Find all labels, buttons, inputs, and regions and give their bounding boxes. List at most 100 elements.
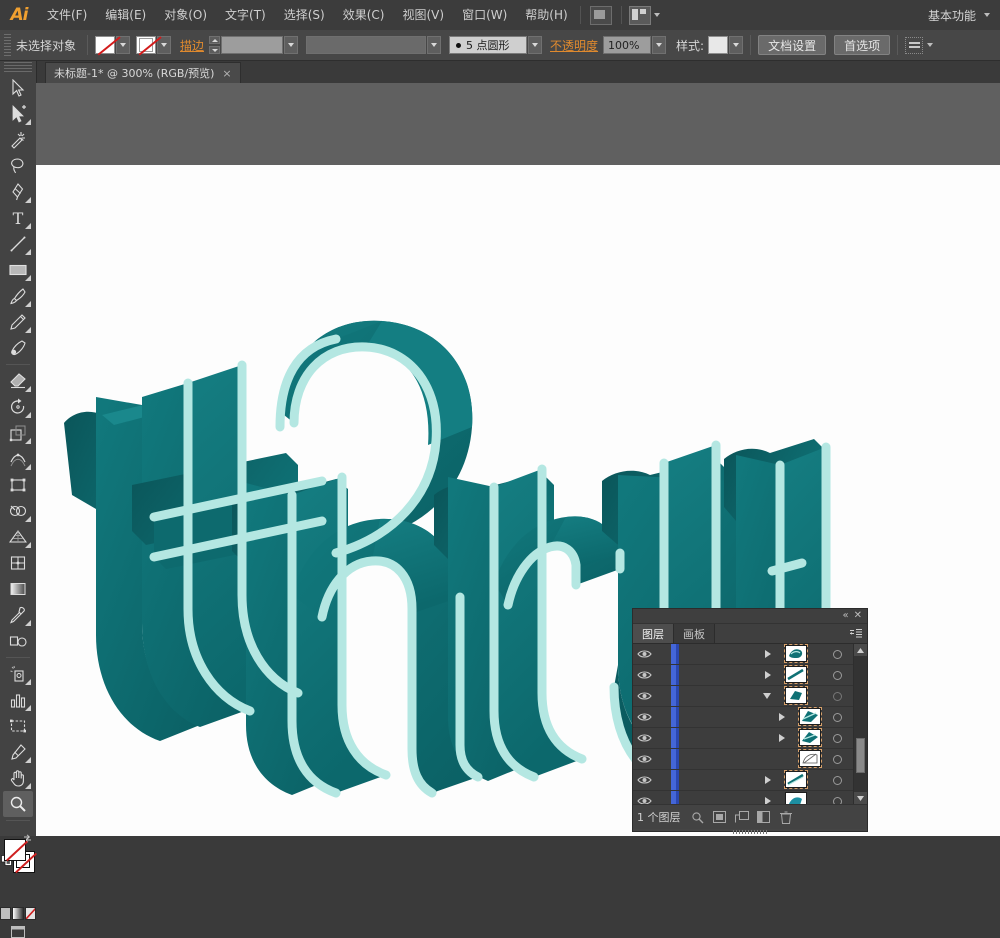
opacity-label[interactable]: 不透明度 (550, 37, 598, 54)
target-indicator[interactable] (823, 649, 851, 659)
disclosure-triangle-icon[interactable] (763, 693, 771, 699)
tools-panel-grip[interactable] (4, 62, 32, 73)
layer-rows[interactable] (633, 644, 867, 804)
stroke-weight-dropdown[interactable] (284, 36, 299, 54)
opacity-control[interactable]: 100% (603, 36, 667, 54)
close-icon[interactable]: × (222, 67, 231, 80)
brush-definition-control[interactable]: 5 点圆形 (449, 36, 543, 54)
width-tool[interactable] (3, 446, 33, 472)
control-bar-grip[interactable] (4, 34, 11, 56)
visibility-toggle-icon[interactable] (633, 691, 655, 701)
scroll-down-icon[interactable] (854, 792, 867, 804)
stroke-weight-control[interactable] (221, 36, 299, 54)
stepper-up-icon[interactable] (209, 36, 221, 44)
direct-selection-tool[interactable] (3, 101, 33, 127)
visibility-toggle-icon[interactable] (633, 775, 655, 785)
scale-tool[interactable] (3, 420, 33, 446)
table-row[interactable] (633, 686, 867, 707)
rectangle-tool[interactable] (3, 257, 33, 283)
stroke-swatch[interactable] (136, 36, 156, 54)
graphic-style-swatch[interactable] (708, 36, 729, 54)
menu-file[interactable]: 文件(F) (38, 0, 96, 30)
zoom-tool[interactable] (3, 791, 33, 817)
layer-name-cell[interactable] (679, 728, 823, 748)
pen-tool[interactable] (3, 179, 33, 205)
target-indicator[interactable] (823, 712, 851, 722)
layer-name-cell[interactable] (679, 770, 823, 790)
scroll-up-icon[interactable] (854, 644, 867, 656)
stepper-down-icon[interactable] (209, 46, 221, 54)
table-row[interactable] (633, 749, 867, 770)
hand-tool[interactable] (3, 765, 33, 791)
gradient-button[interactable] (12, 907, 24, 920)
table-row[interactable] (633, 665, 867, 686)
line-segment-tool[interactable] (3, 231, 33, 257)
locate-object-button[interactable] (687, 807, 709, 827)
slice-tool[interactable] (3, 739, 33, 765)
delete-selection-button[interactable] (775, 807, 797, 827)
paintbrush-tool[interactable] (3, 283, 33, 309)
layer-name-cell[interactable] (679, 707, 823, 727)
target-indicator[interactable] (823, 691, 851, 701)
free-transform-tool[interactable] (3, 472, 33, 498)
brush-definition-dropdown[interactable] (528, 36, 543, 54)
disclosure-triangle-icon[interactable] (765, 671, 771, 679)
create-new-sublayer-button[interactable] (731, 807, 753, 827)
align-icon[interactable] (905, 36, 924, 54)
type-tool[interactable]: T (3, 205, 33, 231)
layer-name-cell[interactable] (679, 665, 823, 685)
disclosure-triangle-icon[interactable] (765, 650, 771, 658)
eraser-tool[interactable] (3, 368, 33, 394)
scrollbar-thumb[interactable] (856, 737, 865, 773)
table-row[interactable] (633, 791, 867, 804)
rotate-tool[interactable] (3, 394, 33, 420)
tab-artboards[interactable]: 画板 (674, 624, 715, 643)
visibility-toggle-icon[interactable] (633, 796, 655, 804)
visibility-toggle-icon[interactable] (633, 754, 655, 764)
stroke-weight-label[interactable]: 描边 (180, 37, 204, 54)
menu-type[interactable]: 文字(T) (216, 0, 275, 30)
layer-name-cell[interactable] (679, 644, 823, 664)
create-new-layer-button[interactable] (753, 807, 775, 827)
tab-layers[interactable]: 图层 (633, 624, 674, 643)
bridge-icon[interactable] (589, 5, 612, 25)
stroke-weight-stepper[interactable] (209, 36, 221, 54)
perspective-grid-tool[interactable] (3, 524, 33, 550)
target-indicator[interactable] (823, 670, 851, 680)
disclosure-triangle-icon[interactable] (779, 734, 785, 742)
menu-view[interactable]: 视图(V) (393, 0, 453, 30)
lasso-tool[interactable] (3, 153, 33, 179)
blend-tool[interactable] (3, 628, 33, 654)
collapse-panel-icon[interactable]: « (842, 611, 848, 621)
opacity-dropdown[interactable] (652, 36, 667, 54)
target-indicator[interactable] (823, 754, 851, 764)
visibility-toggle-icon[interactable] (633, 733, 655, 743)
target-indicator[interactable] (823, 796, 851, 804)
fill-swatch[interactable] (95, 36, 115, 54)
menu-window[interactable]: 窗口(W) (453, 0, 516, 30)
fill-color-box[interactable] (4, 839, 26, 861)
align-control[interactable] (905, 36, 934, 54)
table-row[interactable] (633, 770, 867, 791)
panel-menu-icon[interactable] (850, 628, 862, 638)
target-indicator[interactable] (823, 775, 851, 785)
column-graph-tool[interactable] (3, 687, 33, 713)
table-row[interactable] (633, 644, 867, 665)
make-clipping-mask-button[interactable] (709, 807, 731, 827)
variable-width-dropdown[interactable] (427, 36, 442, 54)
mesh-tool[interactable] (3, 550, 33, 576)
variable-width-input[interactable] (306, 36, 427, 54)
opacity-input[interactable]: 100% (603, 36, 652, 54)
disclosure-triangle-icon[interactable] (765, 776, 771, 784)
stroke-weight-input[interactable] (221, 36, 284, 54)
gradient-tool[interactable] (3, 576, 33, 602)
artboard-tool[interactable] (3, 713, 33, 739)
disclosure-triangle-icon[interactable] (779, 713, 785, 721)
document-setup-button[interactable]: 文档设置 (758, 35, 827, 55)
arrange-documents-button[interactable] (628, 5, 660, 25)
visibility-toggle-icon[interactable] (633, 712, 655, 722)
visibility-toggle-icon[interactable] (633, 649, 655, 659)
close-panel-icon[interactable]: ✕ (854, 611, 862, 621)
preferences-button[interactable]: 首选项 (834, 35, 891, 55)
panel-title-bar[interactable]: « ✕ (633, 609, 867, 624)
